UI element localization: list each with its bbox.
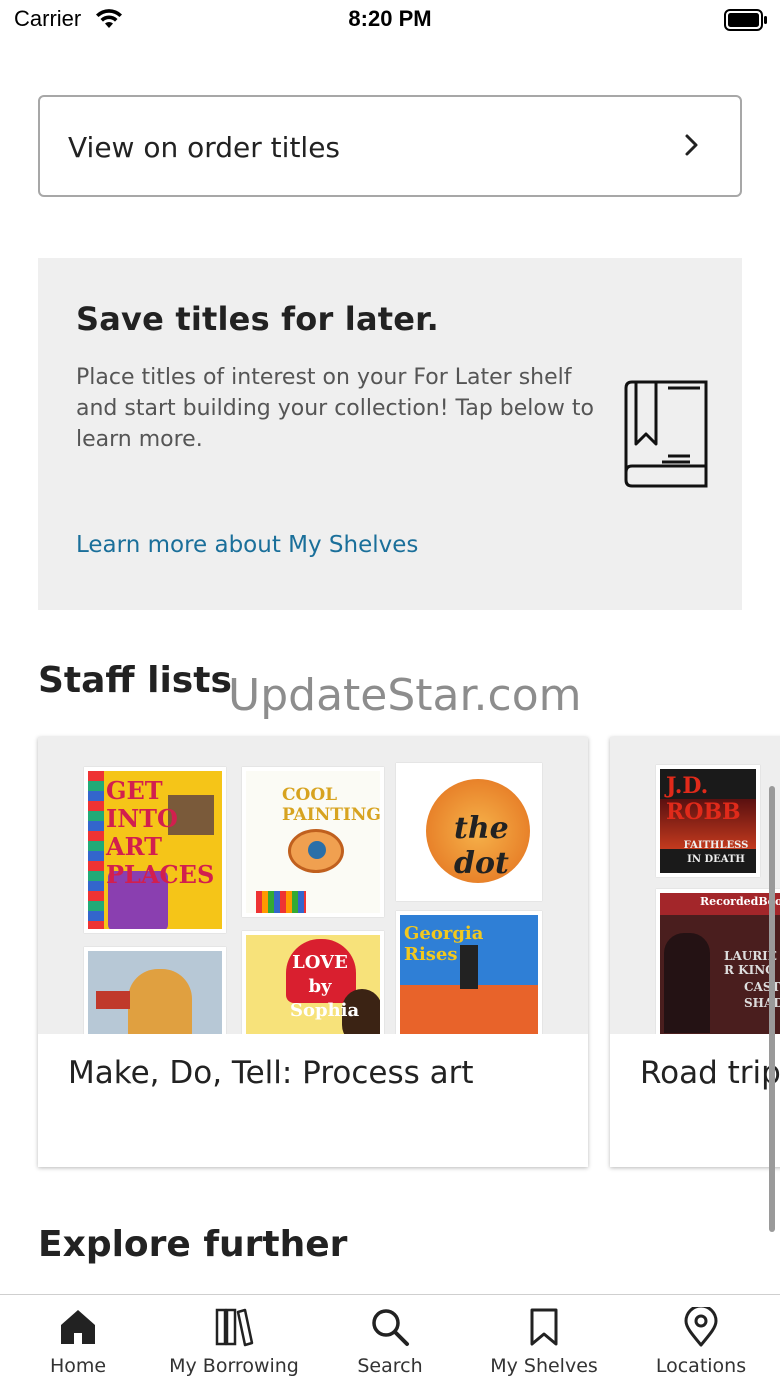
book-cover — [84, 947, 226, 1034]
cover-collage: GET INTO ART PLACES COOL PAINTING the do… — [38, 737, 588, 1034]
cover-text: J.D. ROBB — [666, 773, 741, 825]
tab-label: Home — [49, 1355, 107, 1377]
status-time: 8:20 PM — [348, 6, 432, 31]
tab-label: My Borrowing — [169, 1355, 299, 1377]
home-icon — [58, 1307, 98, 1351]
cover-text: COOL PAINTING — [282, 785, 381, 825]
book-cover: Georgia Rises — [396, 911, 542, 1034]
book-cover: COOL PAINTING — [242, 767, 384, 917]
book-cover: LOVE by Sophia — [242, 931, 384, 1034]
watermark: UpdateStar.com — [228, 670, 582, 721]
view-on-order-label: View on order titles — [68, 131, 341, 164]
books-icon — [214, 1307, 254, 1351]
cover-collage: J.D. ROBB FAITHLESS IN DEATH RecordedBoo… — [610, 737, 780, 1034]
bookmark-icon — [524, 1307, 564, 1351]
book-cover: J.D. ROBB FAITHLESS IN DEATH — [656, 765, 760, 877]
book-cover: RecordedBooks LAURIE R KING CASTLE SHADE — [656, 889, 780, 1034]
staff-list-title: Make, Do, Tell: Process art — [68, 1055, 474, 1091]
tab-search[interactable]: Search — [330, 1295, 450, 1387]
scroll-indicator[interactable] — [769, 786, 775, 1232]
save-titles-promo: Save titles for later. Place titles of i… — [38, 258, 742, 610]
tab-label: My Shelves — [490, 1355, 598, 1377]
location-pin-icon — [681, 1304, 721, 1351]
tab-bar: Home My Borrowing Search My Shelves Loca… — [0, 1294, 780, 1387]
staff-lists-heading: Staff lists — [38, 660, 232, 701]
learn-more-my-shelves-link[interactable]: Learn more about My Shelves — [76, 532, 418, 558]
cover-text: Georgia Rises — [404, 923, 484, 965]
cover-text: GET INTO ART PLACES — [106, 776, 215, 889]
book-cover: GET INTO ART PLACES — [84, 767, 226, 933]
tab-label: Locations — [655, 1355, 747, 1377]
bookmarked-book-icon — [622, 376, 712, 496]
chevron-right-icon — [684, 133, 700, 161]
view-on-order-row[interactable]: View on order titles — [38, 95, 742, 197]
staff-list-card[interactable]: J.D. ROBB FAITHLESS IN DEATH RecordedBoo… — [610, 737, 780, 1167]
tab-locations[interactable]: Locations — [640, 1295, 762, 1387]
tab-home[interactable]: Home — [18, 1295, 138, 1387]
cover-text: LOVE by Sophia — [290, 952, 360, 1021]
staff-list-card[interactable]: GET INTO ART PLACES COOL PAINTING the do… — [38, 737, 588, 1167]
battery-icon — [724, 9, 768, 35]
book-cover: the dot — [396, 763, 542, 901]
cover-text: FAITHLESS IN DEATH — [683, 840, 749, 865]
cover-text: the dot — [454, 811, 509, 881]
tab-my-shelves[interactable]: My Shelves — [474, 1295, 614, 1387]
search-icon — [370, 1307, 410, 1351]
cover-text: RecordedBooks — [700, 895, 780, 908]
status-bar: Carrier 8:20 PM — [0, 0, 780, 40]
tab-my-borrowing[interactable]: My Borrowing — [154, 1295, 314, 1387]
promo-title: Save titles for later. — [76, 300, 439, 338]
tab-label: Search — [357, 1355, 423, 1377]
staff-list-title: Road trip — [640, 1055, 780, 1091]
explore-further-heading: Explore further — [38, 1224, 348, 1265]
promo-body: Place titles of interest on your For Lat… — [76, 365, 594, 452]
